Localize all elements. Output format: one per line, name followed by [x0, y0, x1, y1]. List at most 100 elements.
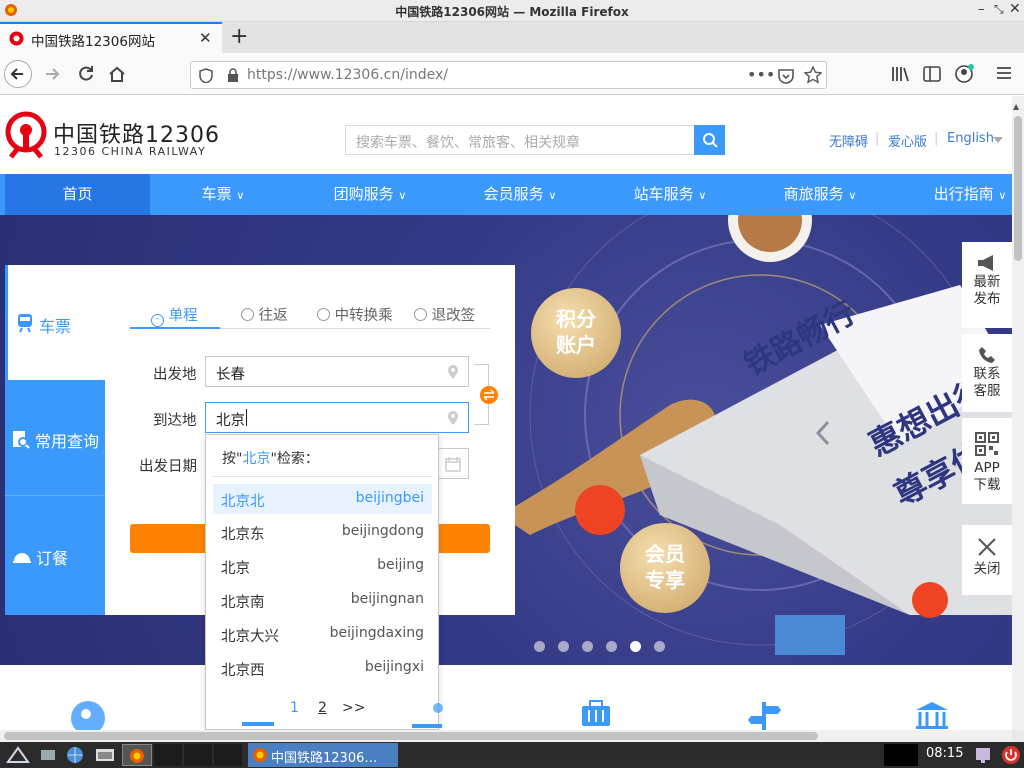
nav-station[interactable]: 站车服务 ∨	[625, 174, 715, 215]
scrollbar-thumb[interactable]	[4, 732, 818, 740]
sidenav-common-query[interactable]: 常用查询	[5, 380, 105, 496]
nav-member[interactable]: 会员服务 ∨	[475, 174, 565, 215]
carousel-dot-active[interactable]	[630, 641, 641, 652]
workspace-2[interactable]	[184, 744, 212, 766]
taskbar-firefox-launcher[interactable]	[122, 744, 152, 766]
horizontal-scrollbar[interactable]	[0, 730, 1012, 742]
signpost-icon[interactable]	[746, 700, 782, 730]
tab-refund-change[interactable]: 退改签	[414, 304, 475, 325]
service-icon[interactable]	[410, 700, 446, 730]
power-icon[interactable]	[1001, 745, 1021, 765]
menu-icon[interactable]	[996, 66, 1012, 81]
reload-icon[interactable]	[76, 64, 96, 84]
site-search-button[interactable]	[694, 125, 725, 155]
suggestion-item[interactable]: 北京东 beijingdong	[213, 517, 432, 547]
file-manager-icon[interactable]	[95, 747, 115, 763]
sidebar-news[interactable]: 最新 发布	[962, 242, 1012, 328]
workspace-3[interactable]	[214, 744, 242, 766]
system-tray-icon[interactable]	[974, 746, 992, 764]
carousel-dot[interactable]	[534, 641, 545, 652]
sidebar-close[interactable]: 关闭	[962, 525, 1012, 595]
account-icon[interactable]	[955, 64, 975, 84]
sidenav-catering[interactable]: 订餐	[5, 497, 105, 615]
tab-transfer[interactable]: 中转换乘	[317, 304, 393, 325]
back-button[interactable]	[4, 60, 32, 88]
station-pinyin: beijingxi	[364, 659, 424, 675]
pocket-icon[interactable]	[777, 67, 795, 84]
nav-tickets[interactable]: 车票 ∨	[188, 174, 258, 215]
english-link[interactable]: English	[947, 131, 994, 146]
url-text[interactable]: https://www.12306.cn/index/	[247, 67, 448, 83]
points-account-badge[interactable]: 积分 账户	[531, 288, 621, 378]
close-window-icon[interactable]: ✕	[1009, 1, 1021, 17]
page-link[interactable]: 1	[290, 700, 299, 716]
sidebar-toggle-icon[interactable]	[923, 65, 941, 83]
vertical-scrollbar[interactable]: ▲	[1012, 96, 1024, 730]
chevron-down-icon: ∨	[236, 189, 245, 202]
user-service-icon[interactable]	[70, 700, 106, 730]
carousel-dot[interactable]	[582, 641, 593, 652]
browser-tab[interactable]: 中国铁路12306网站 ✕	[0, 22, 222, 54]
location-pin-icon	[448, 411, 458, 425]
tray-area	[884, 744, 918, 766]
service-icon[interactable]	[240, 714, 276, 730]
browser-launcher-icon[interactable]	[65, 746, 85, 764]
restore-icon[interactable]: ⤡	[994, 2, 1004, 17]
tab-round-trip[interactable]: 往返	[241, 304, 288, 325]
new-tab-icon[interactable]: +	[230, 24, 248, 49]
sidenav-tickets[interactable]: 车票	[5, 265, 105, 380]
show-desktop-icon[interactable]	[40, 748, 56, 762]
railway-logo-icon[interactable]	[5, 111, 48, 159]
carousel-dot[interactable]	[606, 641, 617, 652]
forward-icon[interactable]	[42, 64, 64, 84]
start-menu-icon[interactable]	[4, 746, 32, 764]
carousel-dot[interactable]	[558, 641, 569, 652]
sidebar-contact[interactable]: 联系 客服	[962, 334, 1012, 412]
sidebar-app-download[interactable]: APP 下载	[962, 418, 1012, 504]
sidebar-label: 关闭	[973, 561, 1001, 577]
luggage-icon[interactable]	[578, 700, 614, 730]
floating-sidebar: 最新 发布 联系 客服 APP 下载 关闭	[962, 242, 1012, 622]
tracking-shield-icon[interactable]	[199, 68, 213, 83]
station-suggestion-dropdown: 按"北京"检索： 北京北 beijingbei 北京东 beijingdong 北京…	[205, 434, 439, 730]
page-actions-icon[interactable]: •••	[747, 65, 775, 84]
hint-text: 按"	[222, 451, 243, 467]
next-page-link[interactable]: >>	[342, 700, 365, 716]
site-search-input[interactable]: 搜索车票、餐饮、常旅客、相关规章	[345, 125, 695, 155]
to-station-input[interactable]: 北京	[205, 402, 469, 433]
home-icon[interactable]	[107, 64, 127, 84]
scrollbar-thumb[interactable]	[1014, 116, 1022, 261]
care-version-link[interactable]: 爱心版	[888, 131, 927, 150]
swap-stations-icon[interactable]	[479, 385, 499, 405]
bank-icon[interactable]	[914, 700, 950, 730]
bookmark-star-icon[interactable]	[804, 66, 822, 84]
accessible-link[interactable]: 无障碍	[829, 131, 868, 150]
suggestion-item[interactable]: 北京西 beijingxi	[213, 653, 432, 683]
lock-icon[interactable]	[227, 68, 239, 83]
carousel-dot[interactable]	[654, 641, 665, 652]
logo-text-en: 12306 CHINA RAILWAY	[54, 145, 207, 158]
minimize-icon[interactable]: –	[978, 2, 985, 17]
member-exclusive-badge[interactable]: 会员 专享	[620, 523, 710, 613]
from-station-input[interactable]: 长春	[205, 356, 469, 387]
url-bar[interactable]: https://www.12306.cn/index/ •••	[190, 61, 827, 89]
station-name: 北京南	[221, 595, 265, 611]
suggestion-item[interactable]: 北京大兴 beijingdaxing	[213, 619, 432, 649]
workspace-1[interactable]	[154, 744, 182, 766]
nav-guide[interactable]: 出行指南 ∨	[925, 174, 1012, 215]
suggestion-item[interactable]: 北京北 beijingbei	[213, 484, 432, 514]
taskbar-window-button[interactable]: 中国铁路12306…	[248, 743, 398, 767]
nav-group[interactable]: 团购服务 ∨	[325, 174, 415, 215]
suggestion-item[interactable]: 北京 beijing	[213, 551, 432, 581]
scroll-up-icon[interactable]: ▲	[1013, 102, 1023, 111]
badge-text: 会员	[645, 542, 685, 566]
chevron-left-icon[interactable]	[815, 420, 831, 446]
search-icon	[703, 133, 718, 148]
tab-one-way[interactable]: – 单程	[151, 304, 198, 327]
nav-business[interactable]: 商旅服务 ∨	[775, 174, 865, 215]
library-icon[interactable]	[891, 65, 911, 83]
close-tab-icon[interactable]: ✕	[199, 29, 212, 47]
suggestion-item[interactable]: 北京南 beijingnan	[213, 585, 432, 615]
nav-home[interactable]: 首页	[5, 174, 150, 215]
page-link[interactable]: 2	[318, 700, 327, 716]
